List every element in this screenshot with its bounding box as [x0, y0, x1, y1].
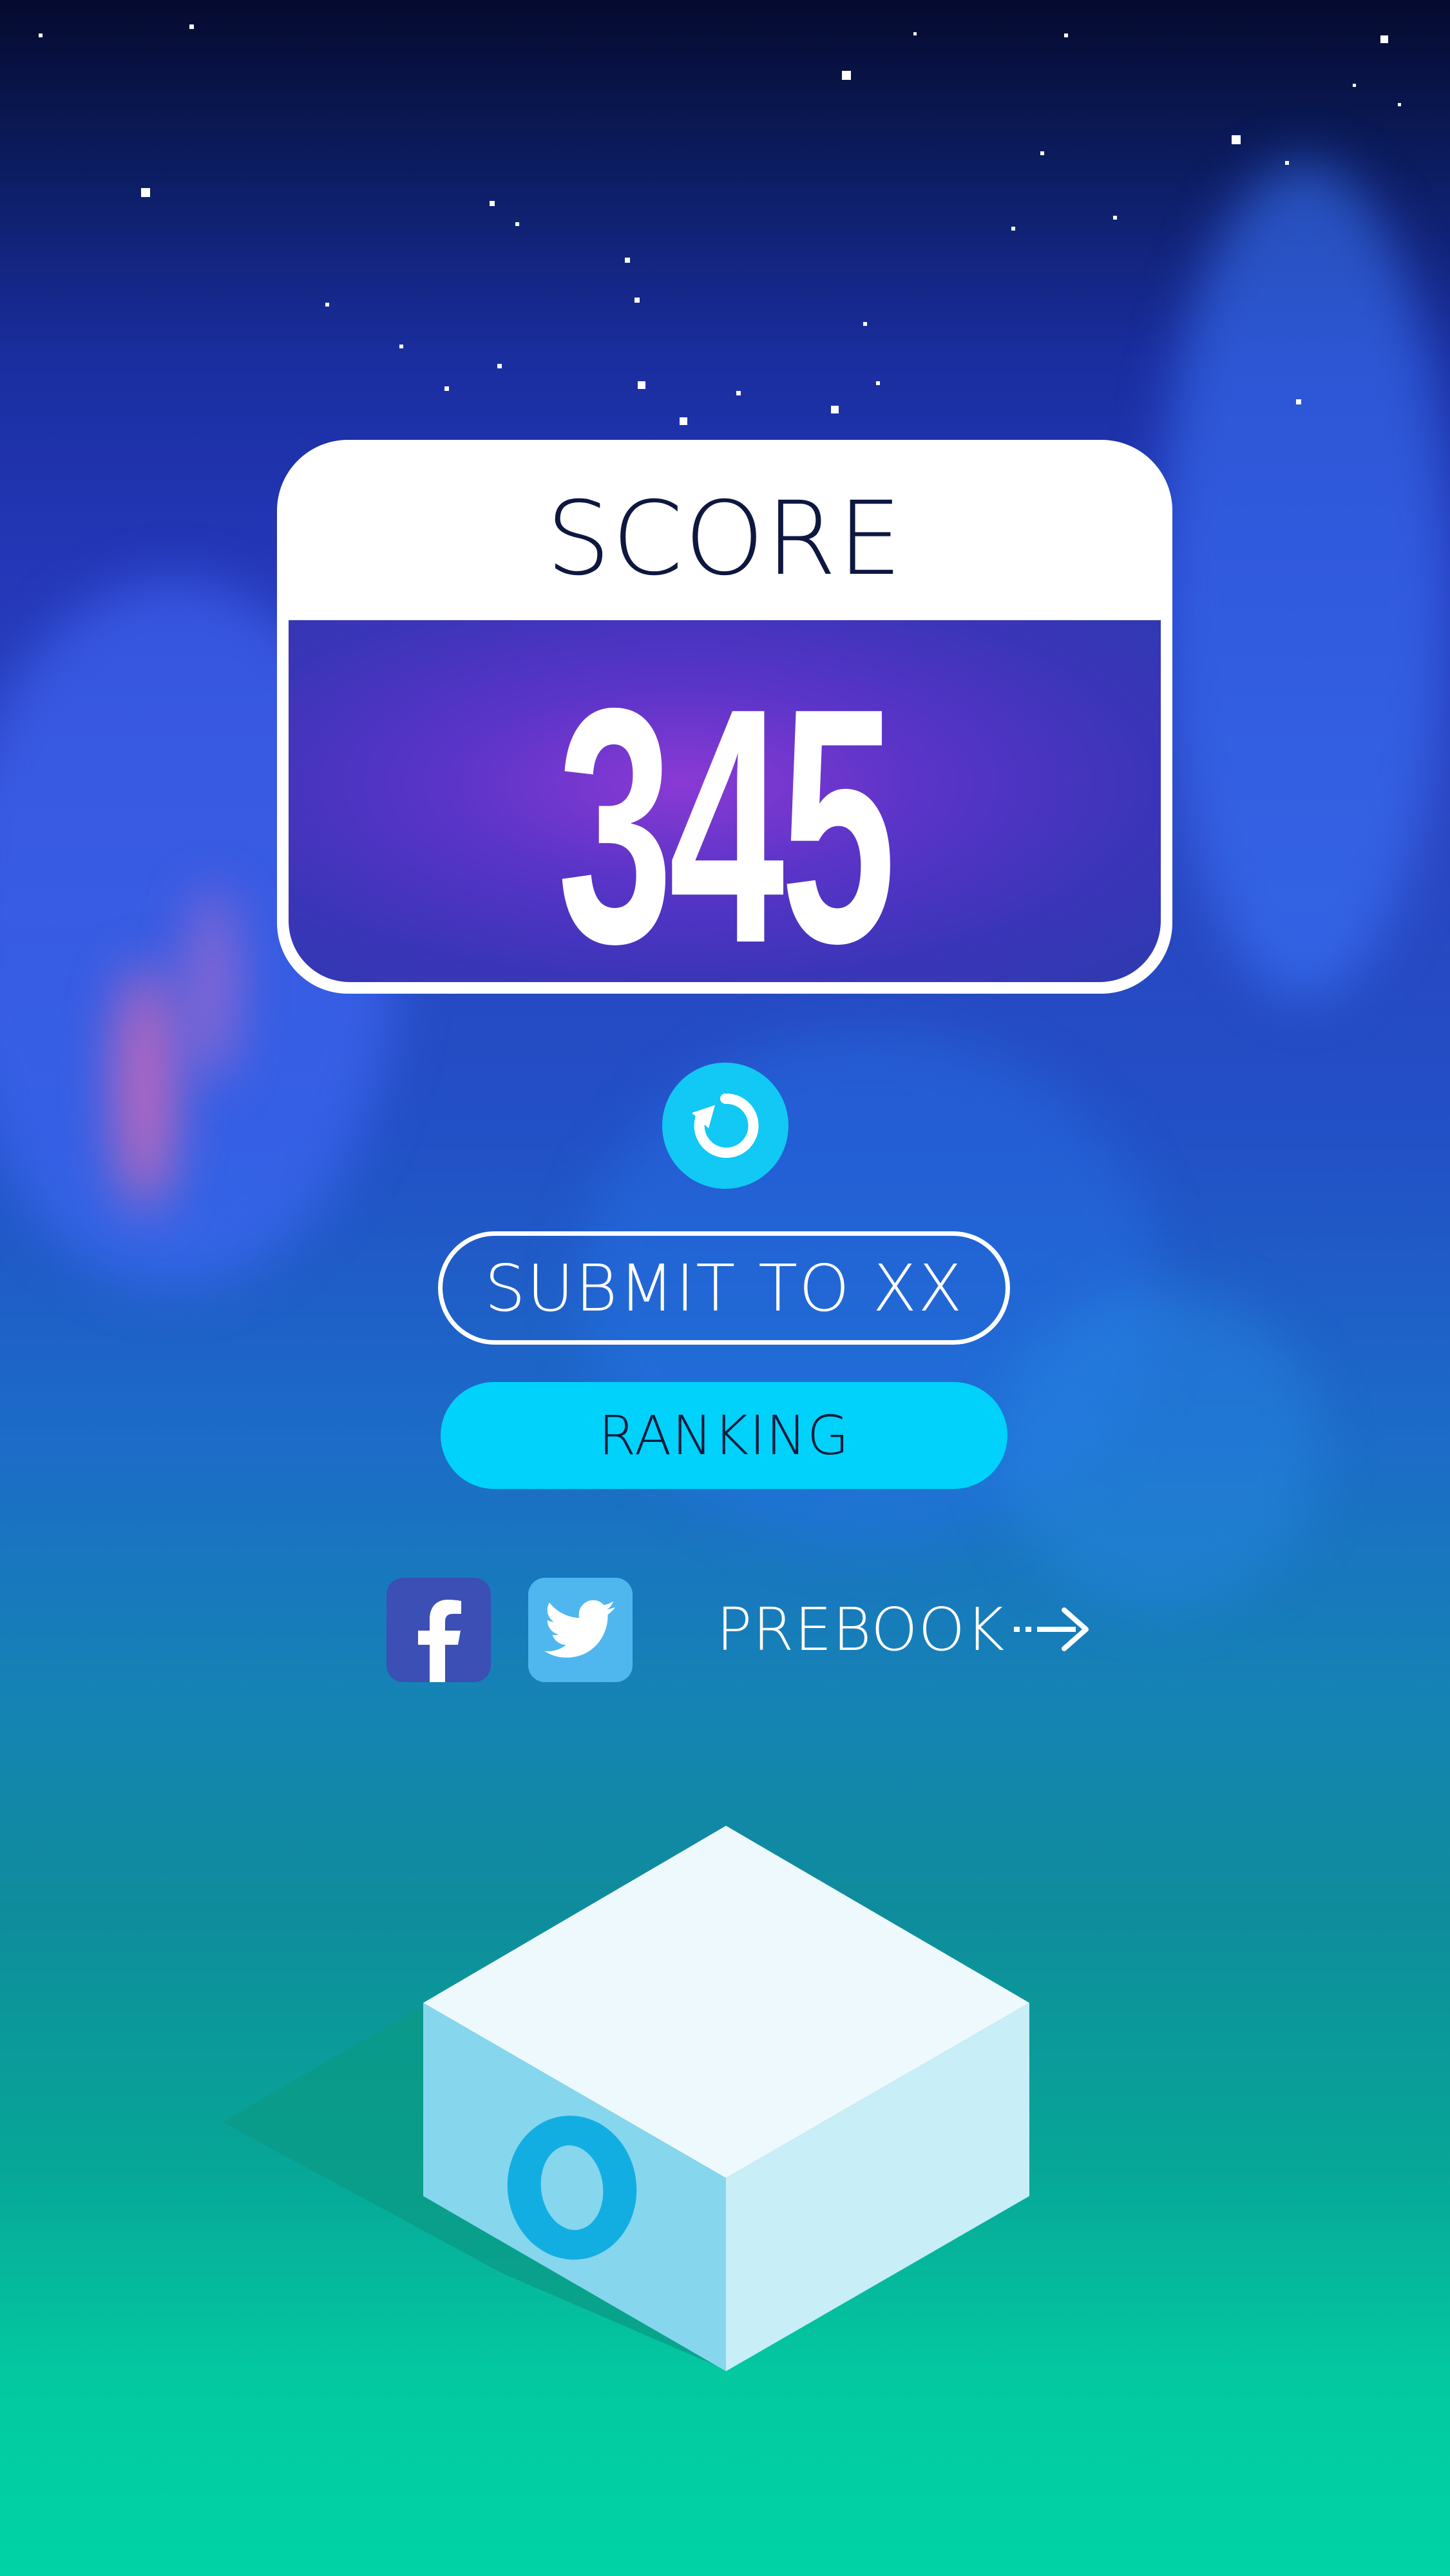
isometric-cube	[222, 1826, 1029, 2371]
